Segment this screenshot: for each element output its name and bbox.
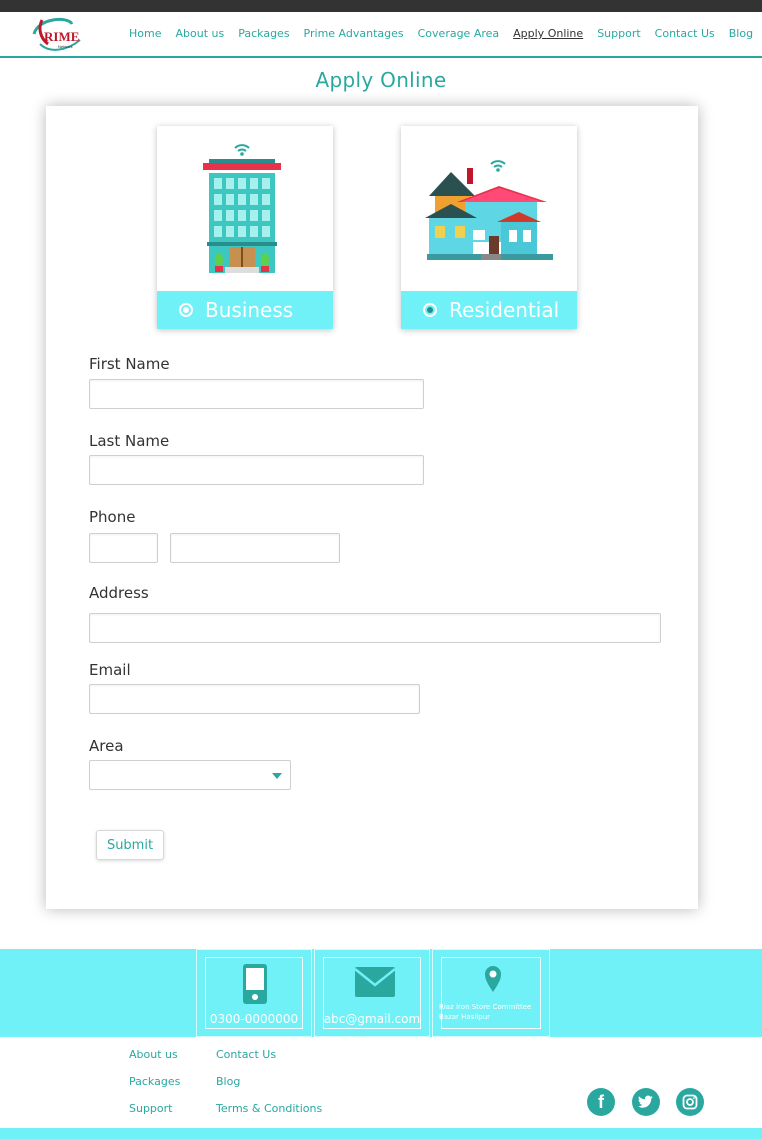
residential-radio[interactable]	[423, 303, 437, 317]
twitter-icon[interactable]	[632, 1088, 660, 1116]
nav-apply-online[interactable]: Apply Online	[513, 27, 583, 40]
submit-button[interactable]: Submit	[96, 830, 164, 860]
nav-home[interactable]: Home	[129, 27, 161, 40]
footer-link-packages[interactable]: Packages	[129, 1075, 180, 1102]
residential-option[interactable]: Residential	[401, 126, 577, 329]
footer-link-blog[interactable]: Blog	[216, 1075, 322, 1102]
office-building-icon	[203, 144, 281, 273]
contact-phone: 0300-0000000	[209, 1012, 299, 1026]
nav-packages[interactable]: Packages	[238, 27, 289, 40]
phone-icon	[243, 964, 267, 1004]
contact-email: abc@gmail.com	[323, 1012, 421, 1026]
business-option[interactable]: Business	[157, 126, 333, 329]
logo-subtext: Network	[58, 44, 73, 49]
instagram-icon[interactable]	[676, 1088, 704, 1116]
footer-link-contact-us[interactable]: Contact Us	[216, 1048, 322, 1075]
address-contact-box: Riaz Iron Store Committee Bazar Hasilpur	[432, 949, 550, 1037]
email-contact-box: abc@gmail.com	[314, 949, 430, 1037]
location-pin-icon	[485, 966, 501, 992]
last-name-label: Last Name	[89, 432, 170, 450]
last-name-field[interactable]	[89, 455, 424, 485]
footer-links-col-1: About us Packages Support	[129, 1048, 180, 1129]
area-select[interactable]	[89, 760, 291, 790]
business-label: Business	[205, 298, 294, 322]
email-field[interactable]	[89, 684, 420, 714]
bottom-strip	[0, 1128, 762, 1139]
address-field[interactable]	[89, 613, 661, 643]
phone-label: Phone	[89, 508, 136, 526]
nav-prime-advantages[interactable]: Prime Advantages	[304, 27, 404, 40]
footer-contact-band: 0300-0000000 abc@gmail.com Riaz Iron Sto…	[0, 949, 762, 1037]
first-name-field[interactable]	[89, 379, 424, 409]
page-title: Apply Online	[315, 68, 447, 92]
prime-logo[interactable]: RIME Network	[28, 14, 84, 54]
footer-link-about-us[interactable]: About us	[129, 1048, 180, 1075]
contact-address: Riaz Iron Store Committee Bazar Hasilpur	[439, 1003, 532, 1021]
chevron-down-icon	[272, 773, 282, 779]
nav-blog[interactable]: Blog	[729, 27, 753, 40]
nav-coverage-area[interactable]: Coverage Area	[418, 27, 500, 40]
footer-link-terms[interactable]: Terms & Conditions	[216, 1102, 322, 1129]
main-nav: Home About us Packages Prime Advantages …	[129, 27, 762, 40]
logo-text: RIME	[44, 29, 79, 44]
footer-links-col-2: Contact Us Blog Terms & Conditions	[216, 1048, 322, 1129]
phone-contact-box: 0300-0000000	[196, 949, 312, 1037]
nav-support[interactable]: Support	[597, 27, 640, 40]
envelope-icon	[355, 967, 395, 997]
residential-band[interactable]: Residential	[401, 291, 577, 329]
phone-number-field[interactable]	[170, 533, 340, 563]
first-name-label: First Name	[89, 355, 170, 373]
address-label: Address	[89, 584, 149, 602]
phone-code-field[interactable]	[89, 533, 158, 563]
email-label: Email	[89, 661, 131, 679]
site-header: RIME Network Home About us Packages Prim…	[0, 12, 762, 58]
nav-about-us[interactable]: About us	[175, 27, 224, 40]
residential-label: Residential	[449, 298, 560, 322]
footer-link-support[interactable]: Support	[129, 1102, 180, 1129]
application-form-card: Business Residential First Name Last Nam…	[46, 106, 698, 909]
business-band[interactable]: Business	[157, 291, 333, 329]
house-icon	[425, 160, 553, 260]
business-radio[interactable]	[179, 303, 193, 317]
nav-contact-us[interactable]: Contact Us	[655, 27, 715, 40]
area-label: Area	[89, 737, 124, 755]
top-bar	[0, 0, 762, 12]
facebook-icon[interactable]: f	[587, 1088, 615, 1116]
